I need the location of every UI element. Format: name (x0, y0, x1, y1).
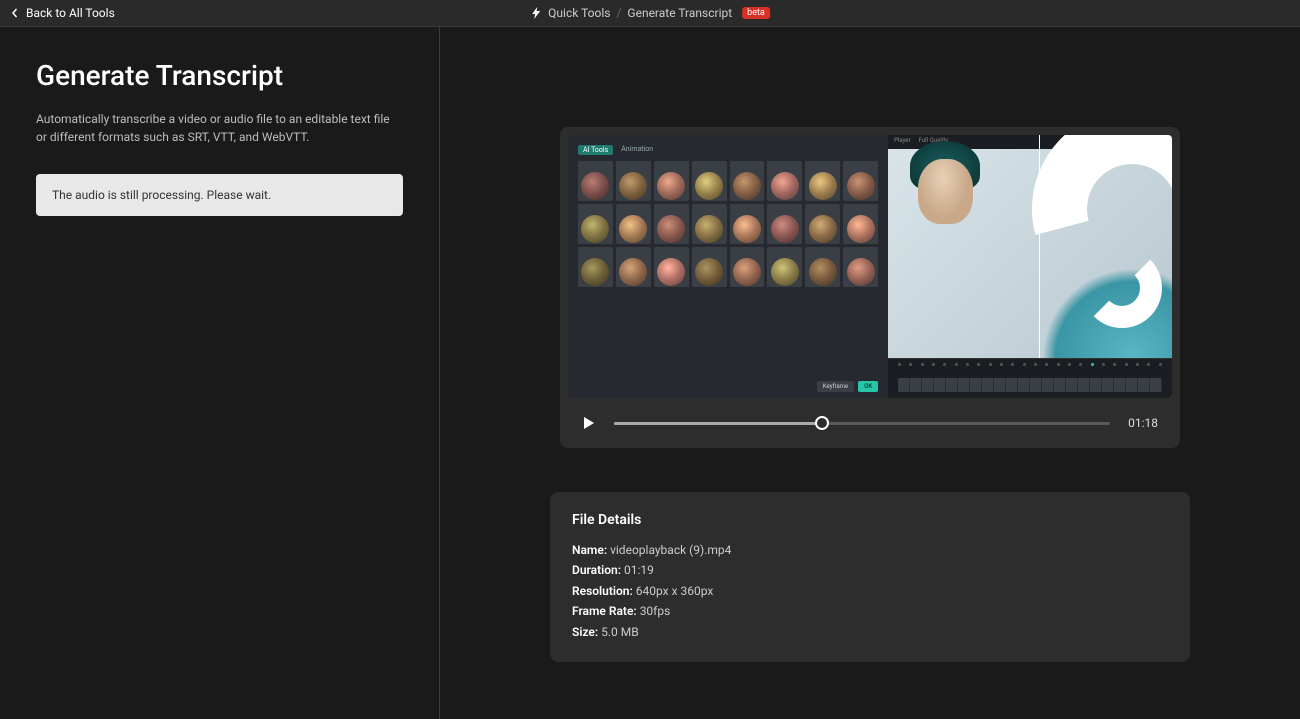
thumb-preview-panel: Player Full Quality (888, 135, 1172, 398)
file-details-row: Duration: 01:19 (572, 560, 1168, 580)
time-display: 01:18 (1128, 416, 1158, 430)
thumb-avatar-cell (578, 161, 613, 201)
thumb-avatar-cell (730, 247, 765, 287)
file-details-row: Resolution: 640px x 360px (572, 581, 1168, 601)
topbar: Back to All Tools Quick Tools / Generate… (0, 0, 1300, 27)
thumb-avatar-cell (843, 204, 878, 244)
thumb-avatar-cell (805, 204, 840, 244)
thumb-avatar-cell (692, 204, 727, 244)
thumb-avatar-cell (767, 161, 802, 201)
beta-badge: beta (742, 7, 770, 19)
page-title: Generate Transcript (36, 59, 403, 92)
detail-label: Size: (572, 625, 601, 639)
breadcrumb-root[interactable]: Quick Tools (548, 6, 610, 20)
thumb-avatar-cell (767, 204, 802, 244)
page-description: Automatically transcribe a video or audi… (36, 110, 403, 146)
detail-value: 640px x 360px (636, 584, 714, 598)
thumb-avatar-cell (578, 247, 613, 287)
detail-value: videoplayback (9).mp4 (610, 543, 731, 557)
file-details-row: Frame Rate: 30fps (572, 601, 1168, 621)
thumb-person-image (888, 149, 1172, 358)
play-icon (582, 416, 596, 430)
detail-value: 01:19 (624, 563, 654, 577)
detail-label: Resolution: (572, 584, 636, 598)
video-thumbnail[interactable]: AI Tools Animation Keyframe OK Player Fu… (568, 135, 1172, 398)
thumb-avatar-cell (692, 247, 727, 287)
main: Generate Transcript Automatically transc… (0, 27, 1300, 719)
thumb-preview-label-left: Player (894, 137, 910, 147)
thumb-avatar-grid (578, 161, 878, 287)
detail-label: Name: (572, 543, 610, 557)
back-label: Back to All Tools (26, 6, 115, 20)
seek-slider[interactable] (614, 422, 1110, 425)
detail-value: 30fps (640, 604, 671, 618)
thumb-btn-secondary: Keyframe (817, 381, 854, 392)
file-details-heading: File Details (572, 512, 1168, 528)
breadcrumb-separator: / (616, 6, 621, 20)
sidebar: Generate Transcript Automatically transc… (0, 27, 440, 719)
thumb-avatar-cell (767, 247, 802, 287)
back-to-tools-link[interactable]: Back to All Tools (10, 6, 115, 20)
seek-fill (614, 422, 822, 425)
thumb-avatar-cell (805, 161, 840, 201)
thumb-timeline (888, 358, 1172, 398)
thumb-avatar-cell (843, 161, 878, 201)
detail-value: 5.0 MB (601, 625, 639, 639)
lightning-icon (530, 7, 542, 19)
file-details-row: Name: videoplayback (9).mp4 (572, 540, 1168, 560)
thumb-tab-other: Animation (621, 145, 653, 155)
seek-handle[interactable] (815, 416, 829, 430)
breadcrumb-current: Generate Transcript (627, 6, 732, 20)
processing-status: The audio is still processing. Please wa… (36, 174, 403, 216)
thumb-avatar-cell (654, 161, 689, 201)
thumb-avatar-cell (654, 247, 689, 287)
thumb-btn-primary: OK (858, 381, 878, 392)
thumb-avatar-cell (692, 161, 727, 201)
thumb-avatar-cell (578, 204, 613, 244)
thumb-avatar-cell (843, 247, 878, 287)
thumb-editor-panel: AI Tools Animation Keyframe OK (568, 135, 888, 398)
detail-label: Frame Rate: (572, 604, 640, 618)
detail-label: Duration: (572, 563, 624, 577)
play-button[interactable] (582, 416, 596, 430)
thumb-avatar-cell (616, 204, 651, 244)
thumb-avatar-cell (616, 247, 651, 287)
file-details-list: Name: videoplayback (9).mp4Duration: 01:… (572, 540, 1168, 642)
file-details-row: Size: 5.0 MB (572, 622, 1168, 642)
content: AI Tools Animation Keyframe OK Player Fu… (440, 27, 1300, 719)
file-details-card: File Details Name: videoplayback (9).mp4… (550, 492, 1190, 662)
thumb-avatar-cell (730, 161, 765, 201)
video-player-card: AI Tools Animation Keyframe OK Player Fu… (560, 127, 1180, 448)
video-controls: 01:18 (568, 398, 1172, 432)
breadcrumb: Quick Tools / Generate Transcript beta (530, 6, 770, 20)
thumb-avatar-cell (616, 161, 651, 201)
chevron-left-icon (10, 8, 20, 18)
thumb-avatar-cell (730, 204, 765, 244)
thumb-avatar-cell (805, 247, 840, 287)
thumb-avatar-cell (654, 204, 689, 244)
thumb-tab-active: AI Tools (578, 145, 613, 155)
